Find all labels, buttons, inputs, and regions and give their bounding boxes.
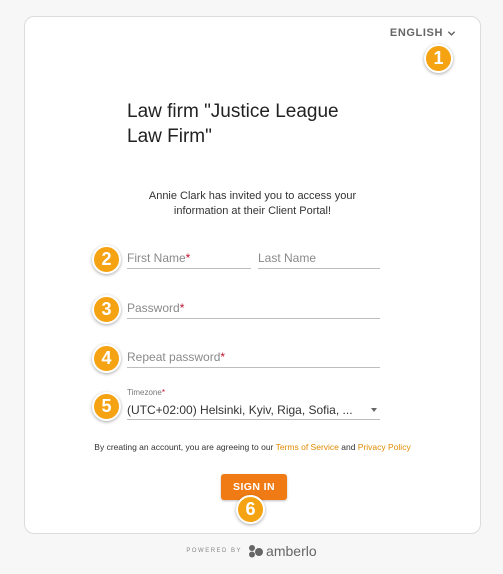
language-selector[interactable]: ENGLISH	[390, 27, 456, 39]
terms-and: and	[338, 442, 358, 452]
invitation-line-2: information at their Client Portal!	[173, 205, 332, 217]
callout-badge-2: 2	[92, 245, 121, 274]
required-marker: *	[161, 388, 165, 397]
page-title-line-2: Law Firm"	[127, 126, 212, 147]
brand-logo: amberlo	[248, 543, 317, 559]
last-name-field[interactable]: Last Name	[258, 247, 380, 269]
invitation-line-1: Annie Clark has invited you to access yo…	[148, 190, 357, 202]
timezone-value: (UTC+02:00) Helsinki, Kyiv, Riga, Sofia,…	[127, 402, 353, 417]
terms-notice: By creating an account, you are agreeing…	[85, 441, 420, 453]
required-marker: *	[179, 301, 185, 315]
page-title: Law firm "Justice League Law Firm"	[127, 99, 387, 149]
chevron-down-icon	[447, 30, 456, 36]
privacy-policy-link[interactable]: Privacy Policy	[358, 442, 411, 452]
timezone-label: Timezone*	[127, 388, 165, 397]
timezone-select[interactable]: (UTC+02:00) Helsinki, Kyiv, Riga, Sofia,…	[127, 400, 380, 420]
callout-badge-5: 5	[92, 392, 121, 421]
first-name-label: First Name	[127, 251, 186, 265]
callout-badge-4: 4	[92, 344, 121, 373]
callout-badge-6: 6	[236, 495, 265, 524]
page-title-line-1: Law firm "Justice League	[127, 101, 339, 122]
footer: POWERED BY amberlo	[0, 543, 503, 559]
password-label: Password	[127, 301, 180, 315]
dropdown-arrow-icon	[371, 407, 377, 412]
language-label: ENGLISH	[389, 27, 443, 39]
last-name-label: Last Name	[258, 251, 317, 265]
timezone-label-text: Timezone	[127, 388, 162, 397]
repeat-password-field[interactable]: Repeat password *	[127, 346, 380, 368]
terms-of-service-link[interactable]: Terms of Service	[276, 442, 339, 452]
invitation-message: Annie Clark has invited you to access yo…	[49, 189, 456, 219]
required-marker: *	[185, 251, 191, 265]
signup-card: ENGLISH Law firm "Justice League Law Fir…	[24, 16, 481, 534]
brand-name: amberlo	[266, 543, 317, 559]
terms-prefix: By creating an account, you are agreeing…	[94, 442, 276, 452]
powered-by-text: POWERED BY	[186, 548, 243, 554]
callout-badge-1: 1	[424, 44, 453, 73]
first-name-field[interactable]: First Name *	[127, 247, 251, 269]
required-marker: *	[220, 350, 226, 364]
password-field[interactable]: Password *	[127, 297, 380, 319]
amberlo-logo-icon	[249, 545, 264, 558]
repeat-password-label: Repeat password	[127, 350, 221, 364]
callout-badge-3: 3	[92, 295, 121, 324]
